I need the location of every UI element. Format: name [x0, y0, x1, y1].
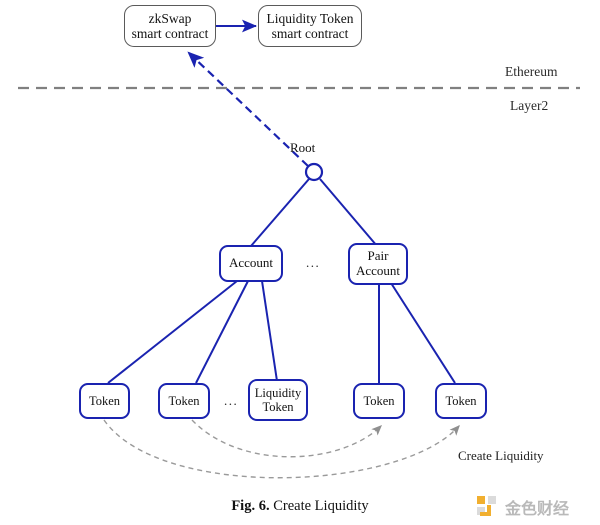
edge-pair-account-token-4: [390, 282, 456, 384]
edge-account-token-2: [195, 280, 249, 384]
leaf-token-3-line1: Token: [363, 394, 395, 408]
leaf-node-token-3[interactable]: Token: [353, 383, 405, 419]
curve-token2-to-token3: [191, 419, 383, 458]
ellipsis-level1: ...: [306, 255, 321, 270]
leaf-node-token-4[interactable]: Token: [435, 383, 487, 419]
leaf-node-token-1[interactable]: Token: [79, 383, 130, 419]
leaf-node-liquidity-token[interactable]: Liquidity Token: [248, 379, 308, 421]
tree-node-account[interactable]: Account: [219, 245, 283, 282]
contract-liquidity-token-line1: Liquidity Token: [266, 10, 354, 26]
tree-node-pair-account[interactable]: Pair Account: [348, 243, 408, 285]
contract-zkswap-line1: zkSwap: [148, 10, 192, 26]
curve-token1-to-token4: [103, 419, 460, 479]
root-node-circle: [304, 162, 324, 182]
contract-liquidity-token-line2: smart contract: [271, 26, 349, 41]
leaf-node-token-2[interactable]: Token: [158, 383, 210, 419]
contract-box-liquidity-token[interactable]: Liquidity Token smart contract: [258, 5, 362, 47]
watermark: 金色财经: [476, 492, 588, 522]
label-layer2: Layer2: [510, 98, 549, 113]
leaf-liquidity-token-line2: Token: [262, 400, 294, 414]
leaf-token-4-line1: Token: [445, 394, 477, 408]
leaf-token-2-line1: Token: [168, 394, 200, 408]
ellipsis-leaves: ...: [224, 393, 239, 408]
leaf-liquidity-token-line1: Liquidity: [254, 386, 302, 400]
edge-account-liquidity-token: [261, 280, 278, 382]
tree-node-pair-account-line1: Pair: [367, 248, 389, 264]
figure-caption-title: Create Liquidity: [273, 498, 369, 514]
leaf-token-1-line1: Token: [88, 394, 121, 408]
watermark-text: 金色财经: [505, 499, 570, 518]
contract-zkswap-line2: smart contract: [131, 26, 209, 41]
tree-node-pair-account-line2: Account: [355, 263, 401, 278]
label-root: Root: [290, 140, 316, 155]
watermark-logo-icon: [477, 496, 496, 516]
figure-caption-number: Fig. 6.: [231, 498, 270, 514]
edge-account-token-1: [107, 280, 238, 384]
edge-root-account: [250, 178, 310, 247]
edge-root-pair-account: [319, 178, 378, 247]
tree-node-account-line1: Account: [228, 255, 274, 271]
contract-box-zkswap[interactable]: zkSwap smart contract: [124, 5, 216, 47]
label-create-liquidity: Create Liquidity: [458, 448, 544, 463]
label-ethereum: Ethereum: [505, 64, 558, 79]
